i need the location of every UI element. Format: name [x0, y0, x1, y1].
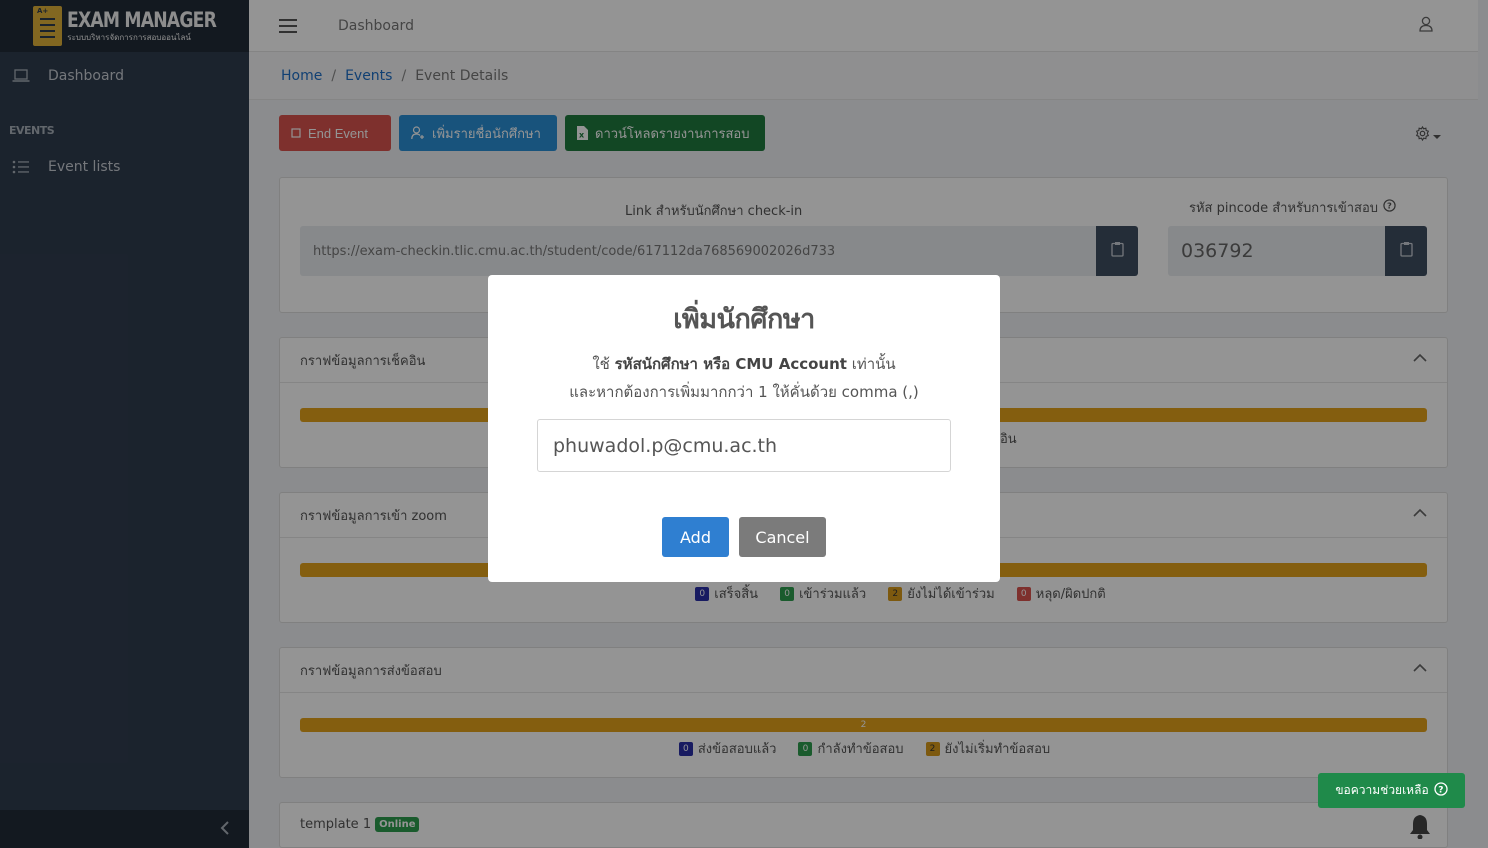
help-button[interactable]: ขอความช่วยเหลือ ? [1318, 773, 1465, 808]
modal-actions: Add Cancel [488, 517, 1000, 557]
instruction-bold: รหัสนักศึกษา หรือ CMU Account [614, 355, 847, 373]
cancel-button[interactable]: Cancel [739, 517, 826, 557]
student-id-input[interactable] [537, 419, 951, 472]
modal-title: เพิ่มนักศึกษา [673, 304, 815, 335]
add-student-modal: เพิ่มนักศึกษา ใช้ รหัสนักศึกษา หรือ CMU … [488, 275, 1000, 582]
instruction-prefix: ใช้ [592, 355, 610, 373]
add-button[interactable]: Add [662, 517, 729, 557]
question-circle-icon: ? [1434, 782, 1448, 799]
modal-instructions: ใช้ รหัสนักศึกษา หรือ CMU Account เท่านั… [488, 350, 1000, 406]
instruction-suffix: เท่านั้น [851, 355, 896, 373]
instruction-line-2: และหากต้องการเพิ่มมากกว่า 1 ให้คั่นด้วย … [569, 383, 919, 401]
svg-text:?: ? [1438, 785, 1443, 795]
help-label: ขอความช่วยเหลือ [1335, 783, 1429, 797]
instruction-line-1: ใช้ รหัสนักศึกษา หรือ CMU Account เท่านั… [488, 350, 1000, 378]
